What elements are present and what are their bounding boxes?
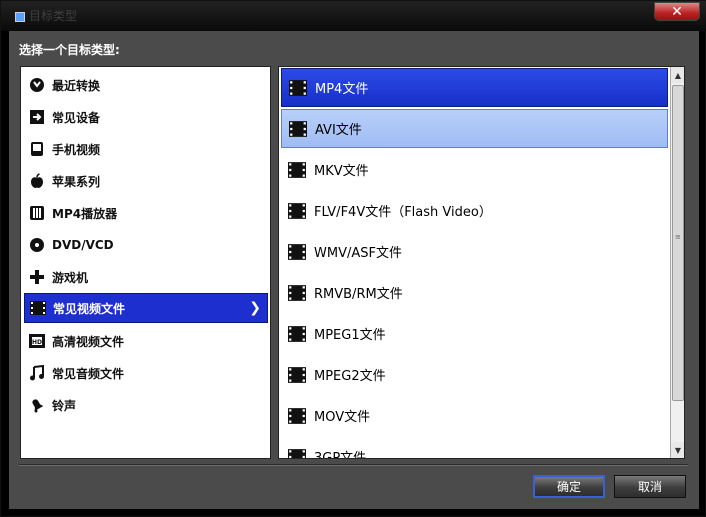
cancel-button[interactable]: 取消 <box>614 475 686 498</box>
format-list: MP4文件 AVI文件 MKV文件 FLV/F4V文件（Flash Video）… <box>278 66 685 459</box>
category-label: DVD/VCD <box>52 238 114 252</box>
format-item-mov[interactable]: MOV文件 <box>281 396 668 435</box>
category-item-phone[interactable]: 手机视频 <box>24 134 268 164</box>
category-item-audio[interactable]: 常见音频文件 <box>24 358 268 388</box>
film-icon <box>29 299 47 317</box>
bell-icon <box>28 396 46 414</box>
film-icon <box>289 120 307 137</box>
category-label: MP4播放器 <box>52 206 118 221</box>
hd-film-icon: HD <box>28 332 46 350</box>
format-label: RMVB/RM文件 <box>314 287 403 302</box>
format-item-mkv[interactable]: MKV文件 <box>281 150 668 189</box>
film-icon <box>288 366 306 383</box>
scrollbar-thumb[interactable]: ≡ <box>672 85 684 401</box>
grip-icon: ≡ <box>675 233 681 241</box>
format-item-mpeg2[interactable]: MPEG2文件 <box>281 355 668 394</box>
format-item-wmv[interactable]: WMV/ASF文件 <box>281 232 668 271</box>
format-item-3gp[interactable]: 3GP文件 <box>281 437 668 459</box>
clock-icon <box>28 76 46 94</box>
category-item-hd-video[interactable]: HD 高清视频文件 <box>24 326 268 356</box>
ok-button[interactable]: 确定 <box>533 475 605 498</box>
chevron-right-icon: ❯ <box>249 300 261 316</box>
app-icon <box>15 12 25 22</box>
category-item-devices[interactable]: 常见设备 <box>24 102 268 132</box>
phone-icon <box>28 140 46 158</box>
window-title: 目标类型 <box>29 9 78 23</box>
category-item-ringtone[interactable]: 铃声 <box>24 390 268 420</box>
dialog-body: 选择一个目标类型: 最近转换 常见设备 手机视频 苹果系列 MP4播放器 DVD… <box>9 31 699 509</box>
format-label: MPEG2文件 <box>314 369 386 384</box>
close-button[interactable]: ✕ <box>654 2 700 21</box>
film-icon <box>288 202 306 219</box>
svg-text:HD: HD <box>32 339 42 346</box>
film-icon <box>289 79 307 96</box>
category-item-game[interactable]: 游戏机 <box>24 262 268 292</box>
mp4-player-icon <box>28 204 46 222</box>
film-icon <box>288 161 306 178</box>
film-icon <box>288 407 306 424</box>
category-label: 常见设备 <box>52 110 101 125</box>
category-label: 手机视频 <box>52 142 101 157</box>
format-label: WMV/ASF文件 <box>314 246 402 261</box>
format-label: 3GP文件 <box>314 451 367 459</box>
format-label: MPEG1文件 <box>314 328 386 343</box>
category-item-dvd[interactable]: DVD/VCD <box>24 230 268 260</box>
category-label: 常见音频文件 <box>52 366 125 381</box>
scroll-up-arrow-icon[interactable]: ▲ <box>671 67 684 83</box>
format-item-mpeg1[interactable]: MPEG1文件 <box>281 314 668 353</box>
format-item-flv[interactable]: FLV/F4V文件（Flash Video） <box>281 191 668 230</box>
category-item-common-video[interactable]: 常见视频文件 ❯ <box>24 293 268 323</box>
vertical-scrollbar[interactable]: ▲ ≡ ▼ <box>670 67 684 458</box>
format-label: MOV文件 <box>314 410 371 425</box>
format-label: MP4文件 <box>315 82 369 97</box>
category-label: 游戏机 <box>52 270 89 285</box>
category-label: 最近转换 <box>52 78 101 93</box>
music-note-icon <box>28 364 46 382</box>
film-icon <box>288 243 306 260</box>
category-item-apple[interactable]: 苹果系列 <box>24 166 268 196</box>
dialog-window: 目标类型 ✕ 选择一个目标类型: 最近转换 常见设备 手机视频 苹果系列 MP4… <box>0 0 706 517</box>
film-icon <box>288 284 306 301</box>
scroll-down-arrow-icon[interactable]: ▼ <box>671 442 684 458</box>
arrow-box-icon <box>28 108 46 126</box>
disc-icon <box>28 236 46 254</box>
format-label: MKV文件 <box>314 164 369 179</box>
format-label: AVI文件 <box>315 123 362 138</box>
category-label: 常见视频文件 <box>53 301 126 316</box>
divider <box>19 464 688 466</box>
gamepad-icon <box>28 268 46 286</box>
category-list: 最近转换 常见设备 手机视频 苹果系列 MP4播放器 DVD/VCD 游戏机 常… <box>20 66 271 459</box>
category-label: 铃声 <box>52 398 77 413</box>
format-item-mp4[interactable]: MP4文件 <box>281 68 668 107</box>
category-item-recent[interactable]: 最近转换 <box>24 70 268 100</box>
category-label: 高清视频文件 <box>52 334 125 349</box>
film-icon <box>288 325 306 342</box>
title-bar[interactable]: 目标类型 ✕ <box>1 1 706 31</box>
category-label: 苹果系列 <box>52 174 101 189</box>
format-item-rmvb[interactable]: RMVB/RM文件 <box>281 273 668 312</box>
prompt-label: 选择一个目标类型: <box>19 43 120 57</box>
format-item-avi[interactable]: AVI文件 <box>281 109 668 148</box>
film-icon <box>288 448 306 458</box>
category-item-mp4-player[interactable]: MP4播放器 <box>24 198 268 228</box>
format-label: FLV/F4V文件（Flash Video） <box>314 205 492 220</box>
apple-icon <box>28 172 46 190</box>
